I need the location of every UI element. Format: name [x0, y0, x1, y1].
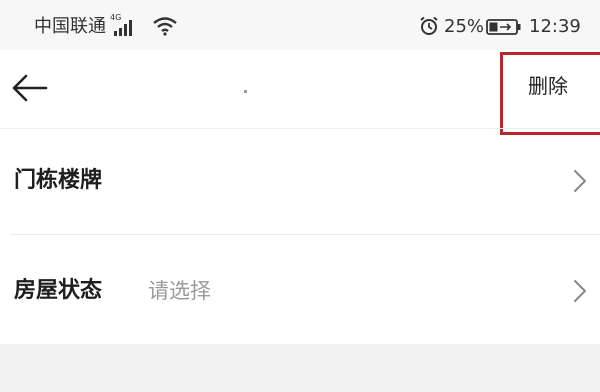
- nav-dot: [244, 90, 247, 93]
- carrier-name: 中国联通: [34, 16, 106, 37]
- battery-charging-icon: [486, 18, 522, 36]
- divider: [10, 234, 600, 235]
- divider: [0, 128, 600, 129]
- wifi-icon: [152, 16, 178, 36]
- chevron-right-icon: [572, 168, 588, 194]
- list-item-label: 门栋楼牌: [14, 168, 103, 193]
- battery-percent: 25%: [444, 16, 485, 37]
- delete-button[interactable]: 删除: [528, 73, 568, 99]
- clock: 12:39: [529, 16, 581, 37]
- status-bar: 中国联通 4G 25% 12:39: [0, 0, 600, 50]
- list-item-house-status[interactable]: 房屋状态 请选择: [0, 240, 600, 344]
- list-item-door-plate[interactable]: 门栋楼牌: [0, 130, 600, 234]
- alarm-icon: [419, 16, 439, 36]
- signal-icon: [112, 18, 140, 36]
- chevron-right-icon: [572, 278, 588, 304]
- arrow-left-icon: [12, 74, 48, 102]
- section-gap: [0, 344, 600, 392]
- house-status-placeholder: 请选择: [148, 279, 211, 303]
- back-button[interactable]: [8, 68, 52, 108]
- top-nav: 删除: [0, 50, 600, 128]
- list-item-label: 房屋状态: [14, 278, 103, 303]
